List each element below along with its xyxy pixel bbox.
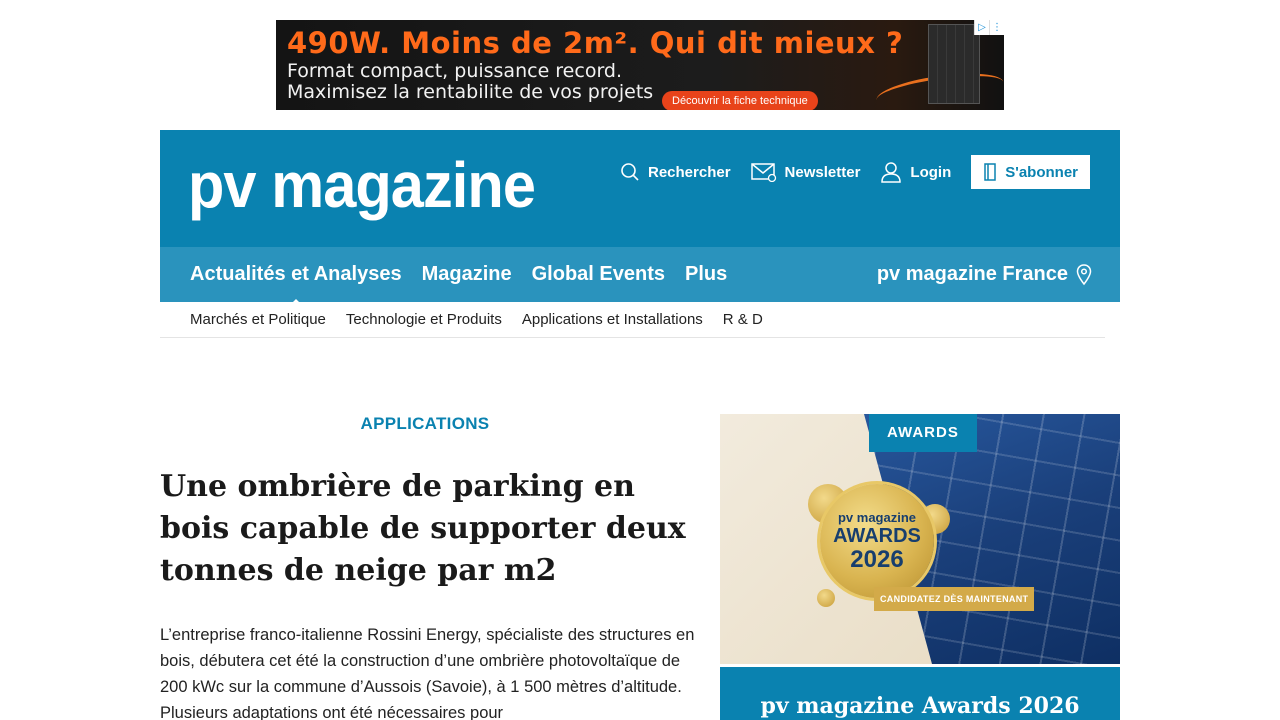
nav-item-global-events[interactable]: Global Events: [532, 263, 665, 286]
awards-promo-image[interactable]: pv magazine AWARDS 2026 CANDIDATEZ DÈS M…: [720, 414, 1120, 664]
mail-icon: [750, 163, 776, 182]
adchoices-icon[interactable]: ▷: [974, 20, 989, 35]
promo-call-to-action: CANDIDATEZ DÈS MAINTENANT: [874, 587, 1035, 611]
nav-item-magazine[interactable]: Magazine: [422, 263, 512, 286]
ad-text-line-1: Format compact, puissance record.: [287, 60, 623, 82]
promo-card-title: pv magazine Awards 2026: [760, 693, 1080, 719]
ad-menu-icon[interactable]: ⋮: [989, 20, 1004, 35]
search-label: Rechercher: [648, 163, 731, 181]
medal-line-2: AWARDS: [833, 525, 921, 547]
ad-solar-panel-image: [928, 24, 980, 104]
promo-badge[interactable]: AWARDS: [869, 414, 977, 452]
edition-selector[interactable]: pv magazine France: [877, 247, 1092, 302]
subnav-item-marches[interactable]: Marchés et Politique: [190, 311, 326, 328]
awards-medal: pv magazine AWARDS 2026: [820, 484, 934, 598]
ad-text-line-2: Maximisez la rentabilite de vos projets: [287, 81, 654, 103]
sub-navigation: Marchés et Politique Technologie et Prod…: [160, 302, 1105, 338]
subnav-item-technologie[interactable]: Technologie et Produits: [346, 311, 502, 328]
newsletter-label: Newsletter: [784, 163, 861, 181]
site-logo[interactable]: pv magazine: [188, 148, 536, 222]
search-icon: [621, 163, 639, 181]
main-navigation: Actualités et Analyses Magazine Global E…: [160, 247, 1120, 307]
article-lead: L’entreprise franco-italienne Rossini En…: [160, 626, 695, 720]
location-pin-icon: [1076, 263, 1092, 285]
article-category[interactable]: APPLICATIONS: [160, 414, 690, 434]
book-icon: [984, 163, 996, 181]
subnav-item-applications[interactable]: Applications et Installations: [522, 311, 703, 328]
edition-label: pv magazine France: [876, 263, 1068, 285]
header-actions: Rechercher Newsletter Login S'abonner: [600, 155, 1090, 189]
ad-headline: 490W. Moins de 2m². Qui dit mieux ?: [287, 26, 904, 60]
login-button[interactable]: Login: [880, 161, 951, 183]
ad-cta-button[interactable]: Découvrir la fiche technique: [662, 91, 818, 110]
subscribe-button[interactable]: S'abonner: [971, 155, 1090, 189]
article-title[interactable]: Une ombrière de parking en bois capable …: [160, 466, 700, 592]
search-button[interactable]: Rechercher: [620, 162, 731, 182]
site-header: pv magazine Rechercher Newsletter Login: [160, 130, 1120, 247]
medal-bubble-decoration: [817, 589, 835, 607]
awards-promo-card[interactable]: pv magazine Awards 2026: [720, 667, 1120, 720]
nav-item-actualites[interactable]: Actualités et Analyses: [190, 263, 402, 307]
ad-controls: ▷ ⋮: [974, 20, 1004, 35]
main-nav-items: Actualités et Analyses Magazine Global E…: [190, 247, 747, 307]
medal-line-1: pv magazine: [837, 510, 917, 525]
nav-item-plus[interactable]: Plus: [685, 263, 727, 286]
user-icon: [881, 162, 902, 183]
subscribe-label: S'abonner: [1005, 163, 1078, 181]
login-label: Login: [910, 163, 952, 181]
newsletter-button[interactable]: Newsletter: [750, 162, 861, 182]
ad-banner[interactable]: 490W. Moins de 2m². Qui dit mieux ? Form…: [276, 20, 1004, 110]
medal-line-3: 2026: [850, 546, 904, 573]
subnav-item-rd[interactable]: R & D: [723, 311, 763, 328]
